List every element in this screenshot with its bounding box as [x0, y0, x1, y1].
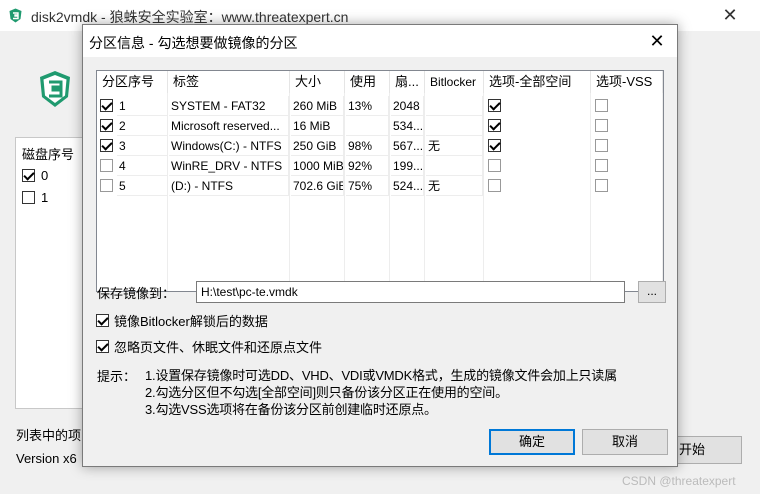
partition-used: 13% [346, 96, 389, 116]
vss-checkbox[interactable] [595, 139, 608, 152]
partition-bitlocker: 无 [426, 136, 483, 156]
partition-number: 4 [117, 156, 167, 176]
main-status-text: 列表中的项 [16, 428, 82, 443]
version-text: Version x6 [16, 451, 77, 466]
partition-select-checkbox[interactable] [100, 139, 113, 152]
partition-bitlocker: 无 [426, 176, 483, 196]
partition-size: 702.6 GiB [291, 176, 344, 196]
partition-sector: 534... [391, 116, 424, 136]
vss-checkbox[interactable] [595, 179, 608, 192]
dialog-title: 分区信息 - 勾选想要做镜像的分区 [89, 35, 298, 51]
save-path-input[interactable]: H:\test\pc-te.vmdk [196, 281, 625, 303]
partition-size: 260 MiB [291, 96, 344, 116]
disk-label: 0 [41, 167, 49, 183]
partition-bitlocker [426, 96, 483, 116]
full-space-checkbox[interactable] [488, 159, 501, 172]
partition-bitlocker [426, 116, 483, 136]
watermark: CSDN @threatexpert [622, 474, 736, 488]
partition-table[interactable]: 分区序号 标签 大小 使用 扇... Bitlocker 选项-全部空间 选项-… [96, 70, 664, 292]
bitlocker-option-label: 镜像Bitlocker解锁后的数据 [114, 314, 268, 329]
partition-dialog: 分区信息 - 勾选想要做镜像的分区 ✕ 分区序号 标签 大小 使用 扇... B… [82, 24, 678, 467]
vss-checkbox[interactable] [595, 99, 608, 112]
partition-label: WinRE_DRV - NTFS [169, 156, 289, 176]
column-header-used[interactable]: 使用 [345, 71, 390, 93]
partition-select-checkbox[interactable] [100, 99, 113, 112]
column-header-vss[interactable]: 选项-VSS [591, 71, 663, 93]
partition-sector: 524... [391, 176, 424, 196]
full-space-checkbox[interactable] [488, 179, 501, 192]
full-space-checkbox[interactable] [488, 99, 501, 112]
partition-bitlocker [426, 156, 483, 176]
vss-checkbox[interactable] [595, 159, 608, 172]
partition-used: 92% [346, 156, 389, 176]
disk-label: 1 [41, 189, 49, 205]
partition-number: 1 [117, 96, 167, 116]
column-header-bitlocker[interactable]: Bitlocker [425, 71, 484, 93]
partition-size: 1000 MiB [291, 156, 344, 176]
column-header-label[interactable]: 标签 [168, 71, 290, 93]
partition-sector: 567... [391, 136, 424, 156]
partition-row[interactable]: 2 Microsoft reserved... 16 MiB 534... [97, 116, 663, 136]
partition-row[interactable]: 4 WinRE_DRV - NTFS 1000 MiB 92% 199... [97, 156, 663, 176]
partition-label: (D:) - NTFS [169, 176, 289, 196]
partition-label: Microsoft reserved... [169, 116, 289, 136]
option-ignore-files[interactable]: 忽略页文件、休眠文件和还原点文件 [96, 337, 322, 356]
tip-line: 3.勾选VSS选项将在备份该分区前创建临时还原点。 [145, 402, 437, 417]
ignore-files-checkbox[interactable] [96, 340, 109, 353]
partition-row[interactable]: 1 SYSTEM - FAT32 260 MiB 13% 2048 [97, 96, 663, 116]
app-logo-icon [40, 71, 70, 107]
partition-number: 5 [117, 176, 167, 196]
partition-used: 98% [346, 136, 389, 156]
save-path-label: 保存镜像到： [97, 286, 176, 301]
partition-label: Windows(C:) - NTFS [169, 136, 289, 156]
full-space-checkbox[interactable] [488, 139, 501, 152]
tips-label: 提示： [97, 369, 137, 384]
partition-used [346, 116, 389, 136]
dialog-titlebar: 分区信息 - 勾选想要做镜像的分区 ✕ [83, 25, 677, 57]
partition-row[interactable]: 5 (D:) - NTFS 702.6 GiB 75% 524... 无 [97, 176, 663, 196]
partition-select-checkbox[interactable] [100, 159, 113, 172]
ok-button[interactable]: 确定 [489, 429, 575, 455]
full-space-checkbox[interactable] [488, 119, 501, 132]
cancel-button[interactable]: 取消 [582, 429, 668, 455]
bitlocker-checkbox[interactable] [96, 314, 109, 327]
disk-list-header: 磁盘序号 [22, 147, 75, 162]
disk-checkbox[interactable] [22, 168, 35, 182]
column-header-sector[interactable]: 扇... [390, 71, 425, 93]
partition-size: 16 MiB [291, 116, 344, 136]
partition-sector: 2048 [391, 96, 424, 116]
ignore-files-option-label: 忽略页文件、休眠文件和还原点文件 [114, 340, 323, 355]
partition-select-checkbox[interactable] [100, 119, 113, 132]
partition-number: 3 [117, 136, 167, 156]
start-button-label: 开始 [679, 442, 706, 457]
disk-row[interactable]: 1 [22, 188, 48, 206]
partition-sector: 199... [391, 156, 424, 176]
option-bitlocker[interactable]: 镜像Bitlocker解锁后的数据 [96, 311, 268, 330]
disk-row[interactable]: 0 [22, 166, 48, 184]
browse-button[interactable]: ... [638, 281, 666, 303]
disk-checkbox[interactable] [22, 190, 35, 204]
partition-row[interactable]: 3 Windows(C:) - NTFS 250 GiB 98% 567... … [97, 136, 663, 156]
partition-number: 2 [117, 116, 167, 136]
column-header-full-space[interactable]: 选项-全部空间 [484, 71, 591, 93]
partition-used: 75% [346, 176, 389, 196]
column-header-size[interactable]: 大小 [290, 71, 345, 93]
app-shield-icon [9, 8, 22, 23]
dialog-close-icon[interactable]: ✕ [645, 29, 669, 53]
main-close-icon[interactable]: ✕ [718, 4, 742, 26]
column-header-number[interactable]: 分区序号 [97, 71, 168, 93]
partition-select-checkbox[interactable] [100, 179, 113, 192]
vss-checkbox[interactable] [595, 119, 608, 132]
partition-size: 250 GiB [291, 136, 344, 156]
partition-label: SYSTEM - FAT32 [169, 96, 289, 116]
